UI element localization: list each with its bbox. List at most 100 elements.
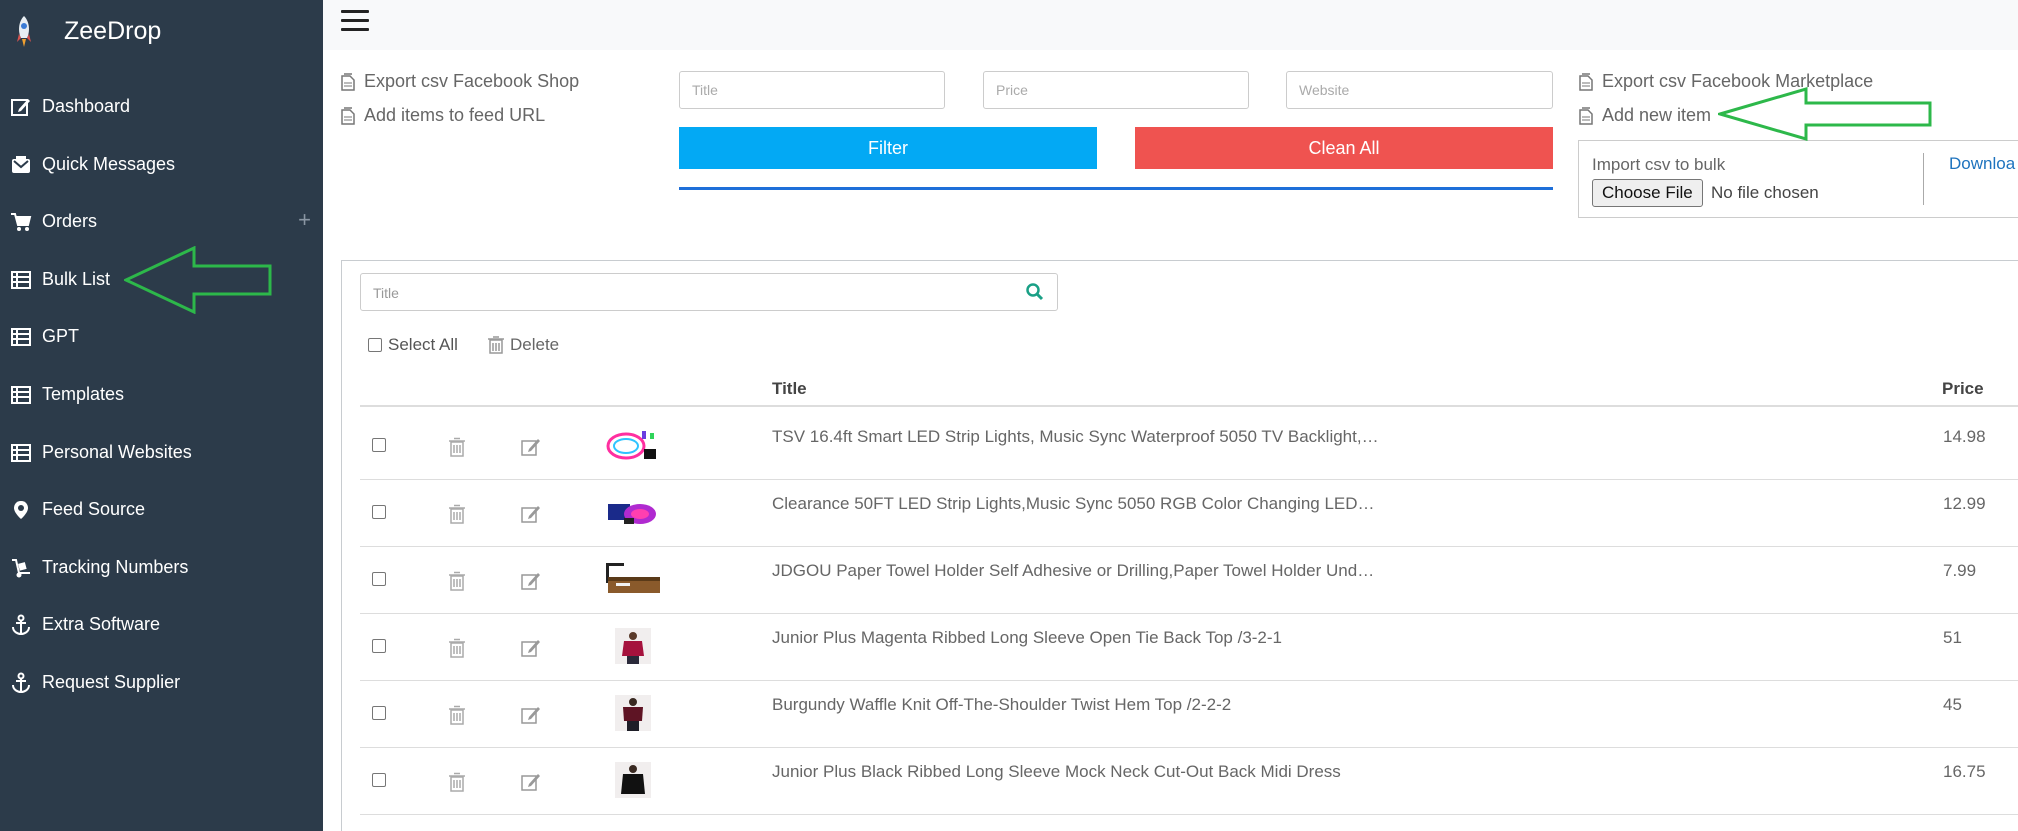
sidebar-item-gpt[interactable]: GPT	[0, 308, 323, 366]
table-row: JDGOU Paper Towel Holder Self Adhesive o…	[360, 547, 2018, 614]
product-thumbnail-towel-holder[interactable]	[604, 561, 662, 597]
product-thumbnail-black-dress[interactable]	[615, 762, 651, 798]
product-thumbnail-led-strip-2[interactable]	[604, 496, 660, 530]
sidebar-item-label: Bulk List	[42, 268, 111, 289]
sidebar-item-tracking-numbers[interactable]: Tracking Numbers	[0, 539, 323, 597]
sidebar-item-quick-messages[interactable]: Quick Messages	[0, 136, 323, 194]
edit-icon[interactable]	[521, 437, 541, 457]
trash-icon[interactable]	[448, 705, 466, 725]
filter-website-input[interactable]	[1286, 71, 1553, 109]
sidebar-item-feed-source[interactable]: Feed Source	[0, 481, 323, 539]
add-feed-url-link[interactable]: Add items to feed URL	[340, 105, 545, 126]
row-price: 14.98	[1943, 427, 1986, 446]
title-search-box[interactable]: Title	[360, 273, 1058, 311]
row-title[interactable]: Junior Plus Black Ribbed Long Sleeve Moc…	[772, 762, 1341, 782]
sidebar-item-label: GPT	[42, 326, 80, 347]
export-facebook-shop-label: Export csv Facebook Shop	[364, 71, 580, 91]
sidebar-item-orders[interactable]: Orders +	[0, 193, 323, 251]
add-feed-url-label: Add items to feed URL	[364, 105, 546, 125]
sidebar-item-request-supplier[interactable]: Request Supplier	[0, 654, 323, 712]
product-thumbnail-led-strip[interactable]	[604, 427, 660, 465]
sidebar-item-dashboard[interactable]: Dashboard	[0, 78, 323, 136]
select-all-checkbox[interactable]	[368, 338, 382, 352]
add-new-item-link[interactable]: Add new item	[1578, 105, 1711, 126]
product-thumbnail-burgundy-top[interactable]	[615, 695, 651, 731]
import-csv-label: Import csv to bulk	[1592, 155, 1726, 174]
row-price: 51	[1943, 628, 1962, 647]
trash-icon[interactable]	[448, 571, 466, 591]
map-pin-icon	[14, 501, 28, 520]
row-checkbox[interactable]	[372, 505, 386, 519]
row-title[interactable]: JDGOU Paper Towel Holder Self Adhesive o…	[772, 561, 1374, 581]
search-placeholder: Title	[373, 285, 399, 301]
row-title[interactable]: Clearance 50FT LED Strip Lights,Music Sy…	[772, 494, 1375, 514]
document-icon	[341, 72, 355, 91]
table-icon	[11, 385, 31, 404]
trash-icon	[488, 336, 504, 354]
annotation-arrow-bulk-list-icon	[124, 246, 272, 314]
edit-icon[interactable]	[521, 705, 541, 725]
expand-plus-icon[interactable]: +	[298, 207, 311, 233]
cart-icon	[11, 213, 32, 232]
document-icon	[1579, 72, 1593, 91]
table-icon	[11, 328, 31, 347]
row-title[interactable]: Burgundy Waffle Knit Off-The-Shoulder Tw…	[772, 695, 1231, 715]
sidebar-item-label: Request Supplier	[42, 671, 181, 692]
hamburger-menu-icon[interactable]	[341, 10, 369, 34]
add-new-item-label: Add new item	[1602, 105, 1712, 125]
edit-icon[interactable]	[521, 504, 541, 524]
sidebar-item-templates[interactable]: Templates	[0, 366, 323, 424]
row-checkbox[interactable]	[372, 773, 386, 787]
dolly-icon	[12, 558, 30, 578]
edit-icon[interactable]	[521, 772, 541, 792]
row-checkbox[interactable]	[372, 639, 386, 653]
choose-file-button[interactable]: Choose File	[1592, 179, 1703, 207]
filter-title-input[interactable]	[679, 71, 945, 109]
delete-label: Delete	[510, 335, 560, 354]
sidebar-item-label: Orders	[42, 211, 98, 232]
row-checkbox[interactable]	[372, 706, 386, 720]
filter-price-input[interactable]	[983, 71, 1249, 109]
table-row: Burgundy Waffle Knit Off-The-Shoulder Tw…	[360, 681, 2018, 748]
bulk-list-panel: Title Select All Delete Title Price TSV …	[341, 260, 2018, 831]
brand[interactable]: ZeeDrop	[0, 0, 323, 64]
sidebar-item-label: Extra Software	[42, 614, 161, 635]
trash-icon[interactable]	[448, 437, 466, 457]
sidebar: ZeeDrop Dashboard Quick Messages Orders …	[0, 0, 323, 831]
table-icon	[11, 443, 31, 462]
row-checkbox[interactable]	[372, 572, 386, 586]
trash-icon[interactable]	[448, 772, 466, 792]
row-title[interactable]: TSV 16.4ft Smart LED Strip Lights, Music…	[772, 427, 1379, 447]
import-divider	[1923, 153, 1924, 205]
edit-icon[interactable]	[521, 571, 541, 591]
download-template-link[interactable]: Downloa	[1949, 154, 2015, 174]
clean-all-button[interactable]: Clean All	[1135, 127, 1553, 169]
message-icon	[12, 155, 30, 173]
search-icon[interactable]	[1025, 282, 1045, 302]
sidebar-nav: Dashboard Quick Messages Orders + Bulk L…	[0, 78, 323, 712]
trash-icon[interactable]	[448, 638, 466, 658]
row-price: 16.75	[1943, 762, 1986, 781]
row-title[interactable]: Junior Plus Magenta Ribbed Long Sleeve O…	[772, 628, 1282, 648]
row-price: 45	[1943, 695, 1962, 714]
anchor-icon	[12, 614, 30, 636]
main-content: Export csv Facebook Shop Add items to fe…	[323, 0, 2018, 831]
sidebar-item-personal-websites[interactable]: Personal Websites	[0, 424, 323, 482]
select-all-control[interactable]: Select All	[368, 335, 458, 355]
table-row: Clearance 50FT LED Strip Lights,Music Sy…	[360, 480, 2018, 547]
row-price: 12.99	[1943, 494, 1986, 513]
rocket-logo-icon	[17, 16, 31, 47]
select-all-label: Select All	[388, 335, 458, 354]
table-header: Title Price	[360, 367, 2018, 407]
trash-icon[interactable]	[448, 504, 466, 524]
filter-button[interactable]: Filter	[679, 127, 1097, 169]
product-thumbnail-magenta-top[interactable]	[615, 628, 651, 664]
sidebar-item-extra-software[interactable]: Extra Software	[0, 596, 323, 654]
app-name: ZeeDrop	[64, 17, 162, 45]
row-checkbox[interactable]	[372, 438, 386, 452]
edit-icon[interactable]	[521, 638, 541, 658]
export-facebook-shop-link[interactable]: Export csv Facebook Shop	[340, 71, 579, 92]
sidebar-item-label: Dashboard	[42, 96, 131, 116]
delete-selected-button[interactable]: Delete	[488, 335, 559, 355]
anchor-icon	[12, 672, 30, 693]
